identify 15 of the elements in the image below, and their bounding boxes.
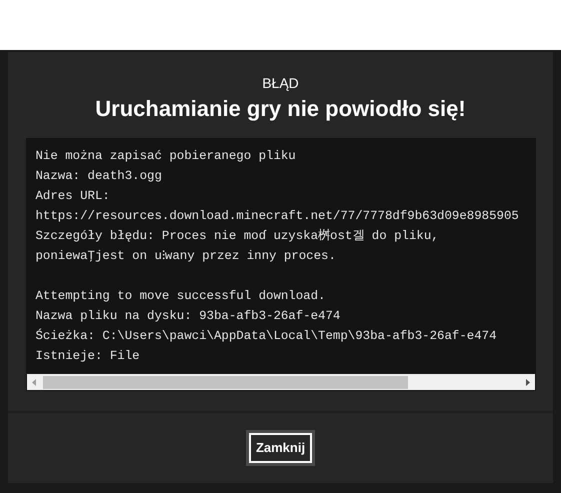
log-line: https://resources.download.minecraft.net/77/7778df9b63d09e8985905 [36, 208, 519, 225]
log-line: Nie można zapisać pobieranego pliku [36, 148, 296, 165]
log-line: poniewaŢjest on u⁝wany przez inny proces. [36, 248, 336, 265]
dialog-kicker: BŁĄD [262, 74, 299, 92]
close-button[interactable]: Zamknij [246, 430, 315, 466]
log-line: Istnieje: File [36, 348, 140, 365]
log-line: Adres URL: [36, 188, 110, 205]
log-line: Ścieżka: C:\Users\pawci\AppData\Local\Temp\93ba-afb3-26af-e474 [36, 328, 497, 345]
scrollbar-thumb[interactable] [42, 376, 408, 388]
log-line: Nazwa pliku na dysku: 93ba-afb3-26af-e474 [36, 308, 340, 325]
log-line: Nazwa: death3.ogg [36, 168, 162, 185]
log-line: Attempting to move successful download. [36, 288, 326, 305]
dialog-title: Uruchamianie gry nie powiodło się! [95, 95, 466, 123]
horizontal-scrollbar[interactable] [26, 374, 536, 391]
log-line: Szczegóły błędu: Proces nie moɗ uzyska桝ost겔 do pliku, [36, 228, 439, 245]
